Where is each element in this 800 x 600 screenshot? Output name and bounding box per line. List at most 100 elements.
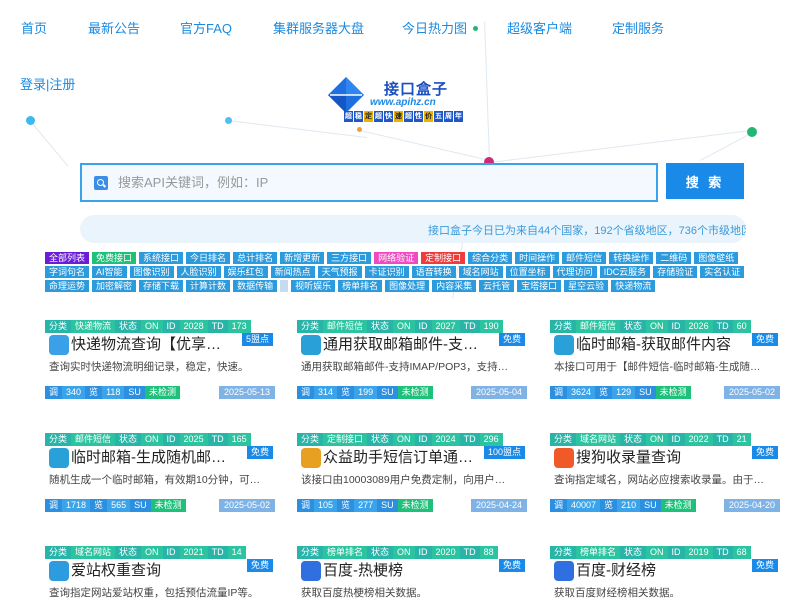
card-category: 榜单排名 xyxy=(576,546,621,559)
category-tag[interactable]: 网络验证 xyxy=(374,252,419,264)
nav-heatmap[interactable]: 今日热力图 xyxy=(402,18,467,37)
category-tag[interactable]: 图像处理 xyxy=(385,280,430,292)
category-tag[interactable]: 存储下载 xyxy=(139,280,184,292)
nav-home[interactable]: 首页 xyxy=(21,18,47,37)
api-card[interactable]: 分类 定制接口 状态 ON ID 2024 TD 296 100盟点 众益助手短… xyxy=(297,433,527,515)
category-tag[interactable] xyxy=(280,280,289,292)
category-tag[interactable]: 今日排名 xyxy=(186,252,231,264)
category-tag[interactable]: 实名认证 xyxy=(700,266,745,278)
card-meta: 分类 榜单排名 状态 ON ID 2019 TD 68 xyxy=(550,546,751,559)
category-tag[interactable]: 存储验证 xyxy=(653,266,698,278)
category-tag[interactable]: 命理运势 xyxy=(45,280,90,292)
search-button[interactable]: 搜 索 xyxy=(666,163,744,199)
card-description: 随机生成一个临时邮箱，有效期10分钟，可… xyxy=(49,474,261,486)
meta-label: TD xyxy=(459,320,480,333)
card-status: ON xyxy=(646,320,668,333)
category-tag[interactable]: 人脸识别 xyxy=(176,266,221,278)
card-title[interactable]: 百度-热梗榜 xyxy=(323,560,503,582)
category-tag[interactable]: 总计排名 xyxy=(233,252,278,264)
api-card[interactable]: 分类 榜单排名 状态 ON ID 2019 TD 68 免费 百度-财经榜 获取… xyxy=(550,546,780,600)
slogan-char: 超 xyxy=(344,111,353,122)
nav-faq[interactable]: 官方FAQ xyxy=(180,18,232,37)
category-tag[interactable]: 数据传输 xyxy=(233,280,278,292)
api-card[interactable]: 分类 榜单排名 状态 ON ID 2020 TD 88 免费 百度-热梗榜 获取… xyxy=(297,546,527,600)
api-card[interactable]: 分类 邮件短信 状态 ON ID 2026 TD 60 免费 临时邮箱-获取邮件… xyxy=(550,320,780,402)
category-tag[interactable]: 定制接口 xyxy=(421,252,466,264)
card-title[interactable]: 众益助手短信订单通… xyxy=(323,447,503,469)
category-tag[interactable]: 内容采集 xyxy=(432,280,477,292)
site-logo[interactable]: 接口盒子 www.apihz.cn 超 稳 定 超 快 速 超 性 价 五 周 … xyxy=(326,75,486,125)
stat-label: 调 xyxy=(45,386,63,399)
card-stats: 调 340 览 118 SU 未检测 xyxy=(45,386,180,399)
category-tag[interactable]: 综合分类 xyxy=(468,252,513,264)
login-register-link[interactable]: 登录|注册 xyxy=(20,74,75,93)
logo-url: www.apihz.cn xyxy=(370,97,436,108)
category-tag[interactable]: 卡证识别 xyxy=(364,266,409,278)
baidu-icon xyxy=(301,561,321,581)
category-tag[interactable]: 语音转换 xyxy=(411,266,456,278)
api-card[interactable]: 分类 邮件短信 状态 ON ID 2027 TD 190 免费 通用获取邮箱邮件… xyxy=(297,320,527,402)
category-tag[interactable]: 位置坐标 xyxy=(505,266,550,278)
nav-client[interactable]: 超级客户端 xyxy=(507,18,572,37)
category-tag[interactable]: 快递物流 xyxy=(611,280,656,292)
category-tag[interactable]: AI智能 xyxy=(92,266,127,278)
category-tag[interactable]: 代理访问 xyxy=(552,266,597,278)
slogan-char: 五 xyxy=(434,111,443,122)
card-meta: 分类 邮件短信 状态 ON ID 2026 TD 60 xyxy=(550,320,751,333)
category-tag[interactable]: 星空云验 xyxy=(564,280,609,292)
category-tag[interactable]: 二维码 xyxy=(656,252,692,264)
category-tag[interactable]: 免费接口 xyxy=(92,252,137,264)
category-tag[interactable]: IDC云服务 xyxy=(599,266,651,278)
category-tag[interactable]: 图像壁纸 xyxy=(694,252,739,264)
logo-icon xyxy=(328,77,364,113)
card-title[interactable]: 快递物流查询【优享… xyxy=(71,334,251,356)
category-tag[interactable]: 天气预报 xyxy=(317,266,362,278)
category-tag[interactable]: 转换操作 xyxy=(609,252,654,264)
meta-label: ID xyxy=(162,433,180,446)
card-title[interactable]: 搜狗收录量查询 xyxy=(576,447,756,469)
category-tag[interactable]: 计算计数 xyxy=(186,280,231,292)
category-tag[interactable]: 新增更新 xyxy=(280,252,325,264)
category-tag[interactable]: 加密解密 xyxy=(92,280,137,292)
meta-label: TD xyxy=(459,433,480,446)
category-tag[interactable]: 榜单排名 xyxy=(338,280,383,292)
category-tag[interactable]: 字词句名 xyxy=(45,266,90,278)
category-tag[interactable]: 三方接口 xyxy=(327,252,372,264)
category-tag[interactable]: 云托管 xyxy=(479,280,515,292)
category-tag[interactable]: 图像识别 xyxy=(129,266,174,278)
stat-label: SU xyxy=(640,499,661,512)
card-title[interactable]: 百度-财经榜 xyxy=(576,560,756,582)
category-tag[interactable]: 新闻热点 xyxy=(270,266,315,278)
search-input[interactable] xyxy=(118,175,618,190)
category-tag[interactable]: 时间操作 xyxy=(515,252,560,264)
category-tag[interactable]: 全部列表 xyxy=(45,252,90,264)
card-title[interactable]: 爱站权重查询 xyxy=(71,560,251,582)
api-card[interactable]: 分类 邮件短信 状态 ON ID 2025 TD 165 免费 临时邮箱-生成随… xyxy=(45,433,275,515)
nav-announcements[interactable]: 最新公告 xyxy=(88,18,140,37)
card-title[interactable]: 通用获取邮箱邮件-支… xyxy=(323,334,503,356)
api-card[interactable]: 分类 域名网站 状态 ON ID 2022 TD 21 免费 搜狗收录量查询 查… xyxy=(550,433,780,515)
nav-cluster-dashboard[interactable]: 集群服务器大盘 xyxy=(273,18,364,37)
nav-custom-service[interactable]: 定制服务 xyxy=(612,18,664,37)
category-tag[interactable]: 系统接口 xyxy=(139,252,184,264)
meta-label: TD xyxy=(459,546,480,559)
stat-views: 199 xyxy=(354,386,378,399)
api-card[interactable]: 分类 快递物流 状态 ON ID 2028 TD 173 5盟点 快递物流查询【… xyxy=(45,320,275,402)
card-date: 2025-05-13 xyxy=(218,386,275,399)
category-tag[interactable]: 宝塔接口 xyxy=(517,280,562,292)
api-card[interactable]: 分类 域名网站 状态 ON ID 2021 TD 14 免费 爱站权重查询 查询… xyxy=(45,546,275,600)
card-description: 该接口由10003089用户免费定制，向用户… xyxy=(301,474,506,486)
category-tag[interactable]: 娱乐红包 xyxy=(223,266,268,278)
category-tag[interactable]: 域名网站 xyxy=(458,266,503,278)
card-title[interactable]: 临时邮箱-生成随机邮… xyxy=(71,447,251,469)
card-stats: 调 105 览 277 SU 未检测 xyxy=(297,499,433,512)
stat-check: 未检测 xyxy=(144,386,180,399)
card-td: 165 xyxy=(227,433,251,446)
slogan-char: 定 xyxy=(364,111,373,122)
stat-views: 118 xyxy=(102,386,125,399)
card-title[interactable]: 临时邮箱-获取邮件内容 xyxy=(576,334,756,356)
category-tag[interactable]: 邮件短信 xyxy=(562,252,607,264)
card-id: 2028 xyxy=(179,320,208,333)
stat-check: 未检测 xyxy=(397,499,433,512)
category-tag[interactable]: 视听娱乐 xyxy=(291,280,336,292)
